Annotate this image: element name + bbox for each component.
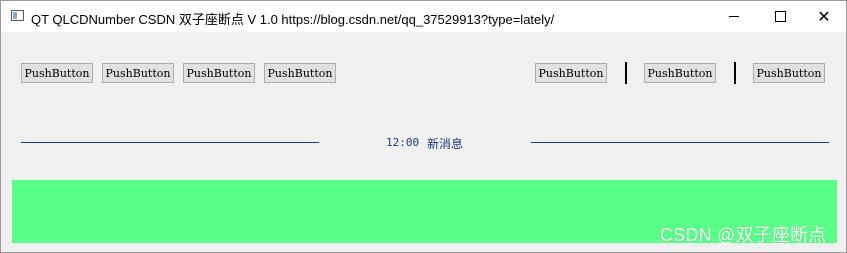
right-horizontal-line xyxy=(531,142,829,143)
push-button-6[interactable]: PushButton xyxy=(644,63,716,83)
app-icon xyxy=(11,10,24,21)
push-button-3[interactable]: PushButton xyxy=(183,63,255,83)
close-button[interactable]: ✕ xyxy=(801,1,846,32)
maximize-icon xyxy=(774,11,786,22)
title-bar[interactable]: QT QLCDNumber CSDN 双子座断点 V 1.0 https://b… xyxy=(1,1,846,32)
minimize-icon xyxy=(729,16,739,17)
watermark: CSDN @双子座断点 xyxy=(660,225,827,245)
push-button-7[interactable]: PushButton xyxy=(753,63,825,83)
close-icon: ✕ xyxy=(817,6,831,26)
window-title: QT QLCDNumber CSDN 双子座断点 V 1.0 https://b… xyxy=(31,12,555,27)
push-button-2[interactable]: PushButton xyxy=(102,63,174,83)
vertical-separator-2 xyxy=(734,62,736,84)
minimize-button[interactable] xyxy=(711,1,757,32)
message-label: 新消息 xyxy=(427,137,464,151)
push-button-4[interactable]: PushButton xyxy=(264,63,336,83)
lcd-clock: 12:00 xyxy=(386,136,420,149)
push-button-1[interactable]: PushButton xyxy=(21,63,93,83)
main-window: QT QLCDNumber CSDN 双子座断点 V 1.0 https://b… xyxy=(0,0,847,253)
push-button-5[interactable]: PushButton xyxy=(535,63,607,83)
maximize-button[interactable] xyxy=(757,1,803,32)
vertical-separator-1 xyxy=(625,62,627,84)
left-horizontal-line xyxy=(21,142,319,143)
